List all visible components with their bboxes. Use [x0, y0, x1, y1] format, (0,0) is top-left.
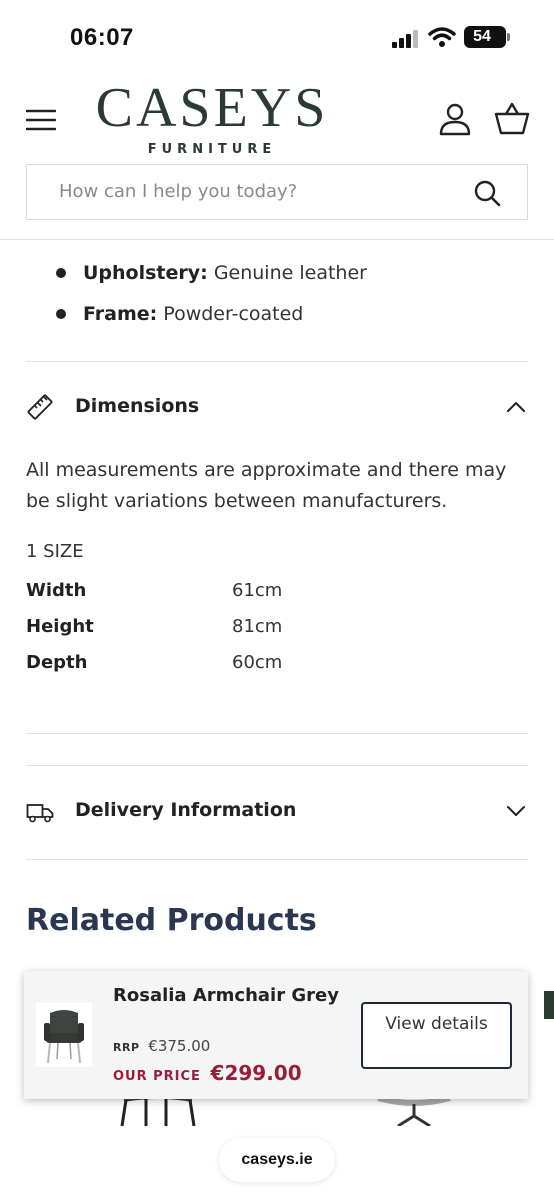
related-products-heading: Related Products [26, 903, 317, 938]
spec-item-upholstery: Upholstery: Genuine leather [56, 258, 526, 299]
rrp-label: RRP [113, 1041, 140, 1054]
battery-icon: 54 [464, 26, 510, 48]
dimension-value: 81cm [232, 616, 283, 637]
divider [26, 361, 528, 362]
search-bar [26, 164, 528, 220]
account-icon[interactable] [438, 102, 472, 136]
chevron-up-icon[interactable] [506, 397, 526, 417]
dimension-value: 61cm [232, 580, 283, 601]
spec-item-frame: Frame: Powder-coated [56, 299, 526, 340]
delivery-accordion-header[interactable]: Delivery Information [26, 793, 528, 833]
hamburger-menu-icon[interactable] [26, 108, 56, 132]
dimension-label: Depth [26, 652, 88, 673]
size-label: 1 SIZE [26, 541, 84, 562]
side-tab-handle[interactable] [544, 991, 554, 1019]
spec-label: Upholstery: [83, 262, 208, 284]
spec-list: Upholstery: Genuine leather Frame: Powde… [56, 258, 526, 340]
view-details-button[interactable]: View details [361, 1002, 512, 1069]
delivery-title: Delivery Information [75, 799, 297, 821]
browser-url-bar[interactable]: caseys.ie [219, 1138, 335, 1182]
search-icon[interactable] [473, 179, 501, 207]
rrp-price: €375.00 [148, 1037, 211, 1055]
site-header: CASEYS FURNITURE [0, 72, 554, 240]
status-time: 06:07 [70, 24, 134, 51]
dimensions-table: Width 61cm Height 81cm Depth 60cm [26, 576, 426, 684]
search-input[interactable] [27, 165, 467, 218]
divider [26, 733, 528, 734]
truck-icon [26, 804, 54, 823]
dimension-label: Width [26, 580, 87, 601]
spec-value: Powder-coated [163, 303, 304, 325]
sticky-product-bar: Rosalia Armchair Grey RRP €375.00 OUR PR… [24, 971, 528, 1099]
ruler-icon [27, 394, 53, 420]
signal-icon [392, 30, 418, 48]
dimension-value: 60cm [232, 652, 283, 673]
dimensions-accordion-header[interactable]: Dimensions [26, 389, 528, 429]
divider [26, 859, 528, 860]
logo-subtitle: FURNITURE [147, 142, 277, 157]
divider [26, 765, 528, 766]
dimension-label: Height [26, 616, 94, 637]
dimensions-note: All measurements are approximate and the… [26, 459, 507, 512]
our-price-label: OUR PRICE [113, 1069, 201, 1084]
product-thumbnail [36, 1003, 92, 1067]
rrp-price-line: RRP €375.00 [113, 1037, 210, 1055]
spec-label: Frame: [83, 303, 158, 325]
spec-value: Genuine leather [213, 262, 367, 284]
our-price-line: OUR PRICE €299.00 [113, 1061, 302, 1085]
logo-wordmark: CASEYS [95, 77, 329, 139]
site-logo[interactable]: CASEYS FURNITURE [80, 78, 344, 157]
our-price: €299.00 [210, 1061, 302, 1085]
status-bar: 06:07 54 [0, 0, 554, 72]
wifi-icon [428, 27, 456, 47]
dimensions-title: Dimensions [75, 395, 200, 417]
product-name: Rosalia Armchair Grey [113, 985, 339, 1006]
dimension-row-depth: Depth 60cm [26, 648, 426, 684]
dimension-row-height: Height 81cm [26, 612, 426, 648]
basket-icon[interactable] [494, 102, 530, 136]
battery-level: 54 [473, 28, 491, 45]
chevron-down-icon[interactable] [506, 801, 526, 821]
dimension-row-width: Width 61cm [26, 576, 426, 612]
